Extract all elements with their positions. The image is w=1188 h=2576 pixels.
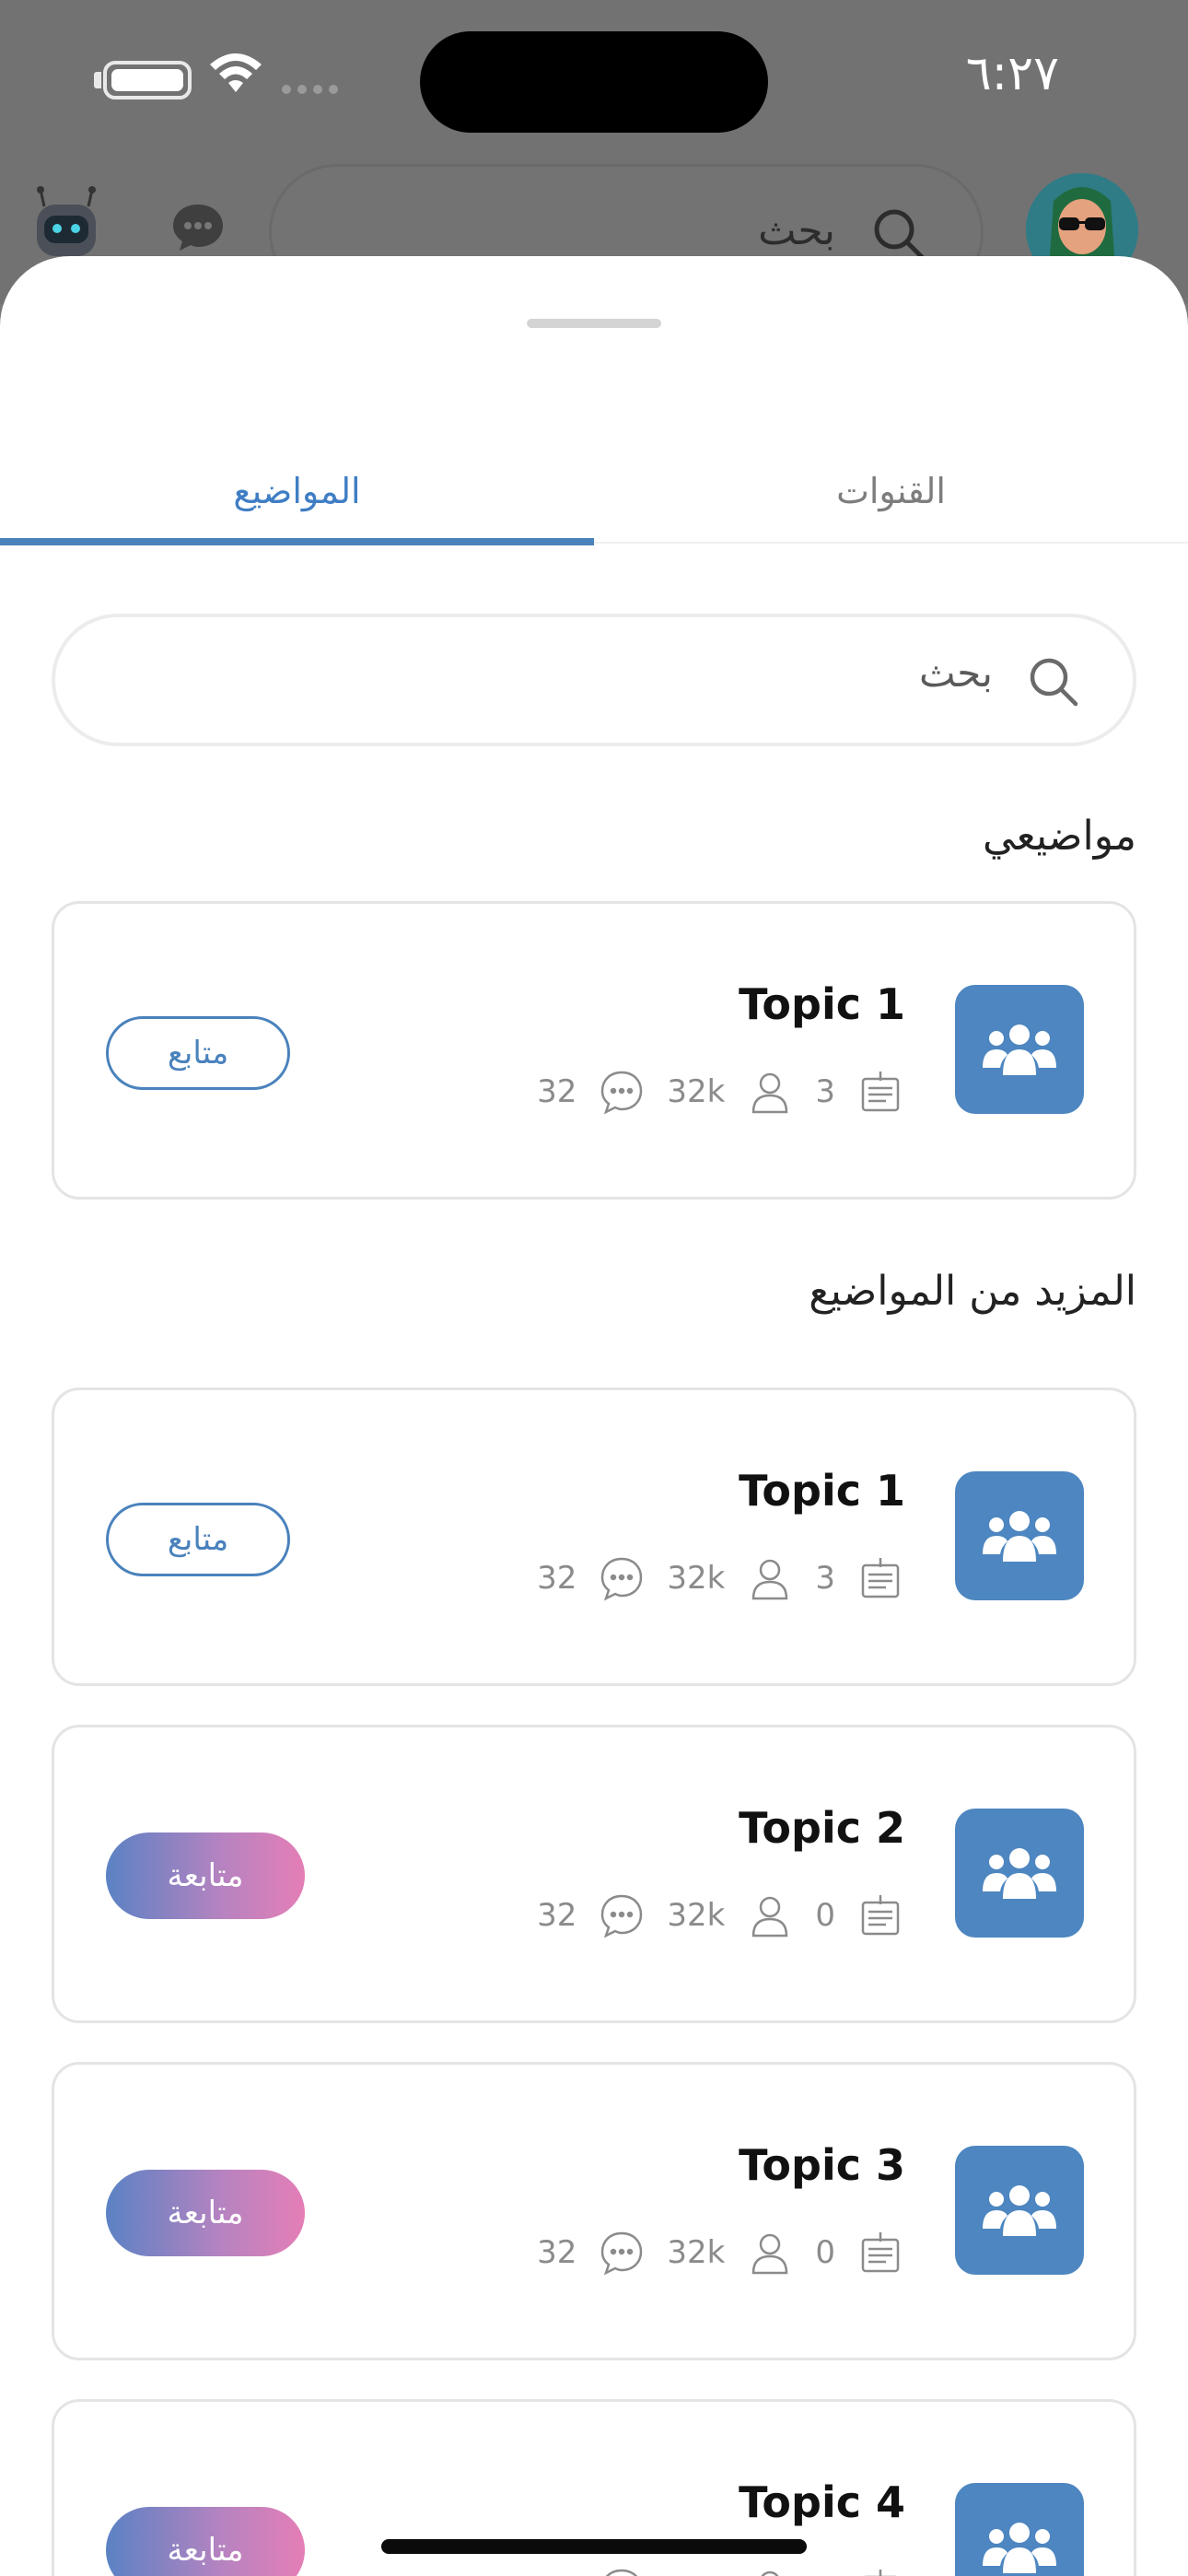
members-icon bbox=[745, 2228, 795, 2277]
posts-count: 0 bbox=[815, 2571, 835, 2576]
section-title-my-topics: مواضيعي bbox=[982, 813, 1136, 860]
topic-card[interactable]: Topic 1 3 32k 32 متابع bbox=[52, 901, 1136, 1200]
posts-count: 0 bbox=[815, 2234, 835, 2271]
members-icon bbox=[745, 1891, 795, 1940]
members-icon bbox=[745, 1067, 795, 1117]
comments-icon bbox=[597, 1891, 646, 1940]
topic-stats: 3 32k 32 bbox=[517, 1066, 905, 1118]
follow-button[interactable]: متابع bbox=[106, 1016, 290, 1090]
posts-icon bbox=[856, 1553, 905, 1603]
group-icon bbox=[955, 1471, 1084, 1600]
comments-icon bbox=[597, 1553, 646, 1603]
comments-count: 32 bbox=[537, 1897, 577, 1934]
tab-bar: المواضيع القنوات bbox=[0, 422, 1188, 547]
follow-button[interactable]: متابعة bbox=[106, 2507, 305, 2576]
members-icon bbox=[745, 2565, 795, 2576]
sheet-grabber[interactable] bbox=[527, 319, 661, 328]
robot-icon bbox=[28, 184, 105, 265]
posts-icon bbox=[856, 2565, 905, 2576]
posts-icon bbox=[856, 1891, 905, 1940]
comments-icon bbox=[597, 2565, 646, 2576]
group-icon bbox=[955, 1809, 1084, 1938]
topic-title: Topic 4 bbox=[739, 2477, 905, 2527]
topic-title: Topic 2 bbox=[739, 1803, 905, 1853]
posts-count: 0 bbox=[815, 1897, 835, 1934]
topic-stats: 3 32k 32 bbox=[517, 1552, 905, 1604]
topic-title: Topic 3 bbox=[739, 2140, 905, 2190]
topics-sheet: المواضيع القنوات بحث مواضيعي Topic 1 3 3… bbox=[0, 256, 1188, 2576]
group-icon bbox=[955, 2146, 1084, 2275]
section-title-more-topics: المزيد من المواضيع bbox=[809, 1268, 1136, 1315]
comments-count: 32 bbox=[537, 1560, 577, 1597]
comments-count: 32 bbox=[537, 1073, 577, 1110]
home-indicator bbox=[381, 2539, 807, 2554]
tab-channels[interactable]: القنوات bbox=[594, 422, 1188, 547]
search-input[interactable]: بحث bbox=[52, 614, 1136, 746]
wifi-icon bbox=[208, 52, 263, 101]
comments-count: 32 bbox=[537, 2571, 577, 2576]
battery-tip bbox=[94, 72, 101, 88]
search-placeholder: بحث bbox=[918, 650, 993, 696]
tab-divider bbox=[594, 542, 1188, 544]
tab-topics[interactable]: المواضيع bbox=[0, 422, 594, 547]
dynamic-island bbox=[420, 31, 768, 133]
topic-stats: 0 32k 32 bbox=[517, 2227, 905, 2278]
members-icon bbox=[745, 1553, 795, 1603]
posts-count: 3 bbox=[815, 1073, 835, 1110]
members-count: 32k bbox=[667, 1560, 726, 1597]
members-count: 32k bbox=[667, 2234, 726, 2271]
members-count: 32k bbox=[667, 1073, 726, 1110]
topic-card[interactable]: Topic 3 0 32k 32 متابعة bbox=[52, 2062, 1136, 2360]
topic-card[interactable]: Topic 2 0 32k 32 متابعة bbox=[52, 1725, 1136, 2023]
comments-count: 32 bbox=[537, 2234, 577, 2271]
chat-icon bbox=[169, 201, 227, 258]
follow-button[interactable]: متابعة bbox=[106, 2170, 305, 2256]
members-count: 32k bbox=[667, 2571, 725, 2576]
status-bar: ٦:٢٧ bbox=[0, 0, 1188, 157]
posts-count: 3 bbox=[815, 1560, 835, 1597]
battery-icon bbox=[103, 61, 192, 100]
comments-icon bbox=[597, 2228, 646, 2277]
active-tab-indicator bbox=[0, 538, 594, 545]
cellular-signal-icon bbox=[282, 85, 338, 94]
status-time: ٦:٢٧ bbox=[965, 46, 1059, 101]
posts-icon bbox=[856, 2228, 905, 2277]
topic-stats: 0 32k 32 bbox=[517, 1890, 905, 1941]
follow-button[interactable]: متابعة bbox=[106, 1832, 305, 1919]
topic-card[interactable]: Topic 1 3 32k 32 متابع bbox=[52, 1388, 1136, 1686]
members-count: 32k bbox=[667, 1897, 726, 1934]
background-search-placeholder: بحث bbox=[758, 207, 835, 254]
topic-title: Topic 1 bbox=[739, 1466, 905, 1516]
comments-icon bbox=[597, 1067, 646, 1117]
posts-icon bbox=[856, 1067, 905, 1117]
topic-title: Topic 1 bbox=[739, 979, 905, 1029]
search-icon bbox=[1026, 654, 1081, 713]
follow-button[interactable]: متابع bbox=[106, 1503, 290, 1576]
group-icon bbox=[955, 2483, 1084, 2576]
group-icon bbox=[955, 985, 1084, 1114]
topic-stats: 0 32k 32 bbox=[517, 2564, 905, 2576]
